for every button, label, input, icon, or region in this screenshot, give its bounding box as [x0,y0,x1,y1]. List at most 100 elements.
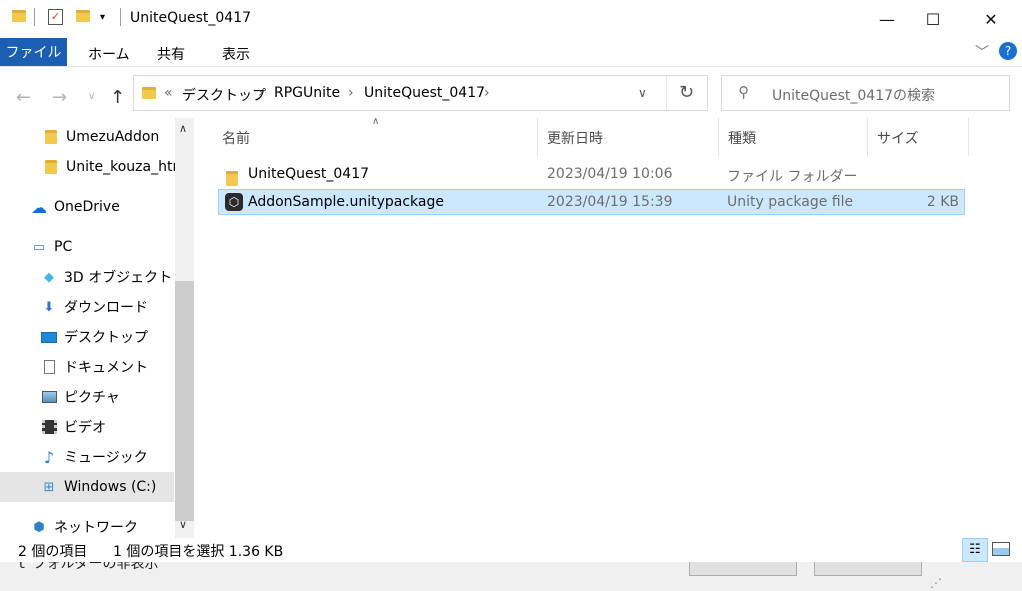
title-bar: ✓ ▾ UniteQuest_0417 — ☐ ✕ [0,0,1022,38]
minimize-button[interactable]: — [864,0,910,38]
hide-folders-label[interactable]: ｌ フォルダーの非表示 [14,562,158,573]
tab-view[interactable]: 表示 [222,44,250,64]
column-header-size[interactable]: サイズ [877,128,919,148]
search-box[interactable]: ⚲ UniteQuest_0417の検索 [721,75,1010,111]
file-size: 2 KB [926,194,959,210]
overflow-chevron[interactable]: « [164,85,173,101]
network-icon: ⬢ [33,519,45,535]
pc-icon: ▭ [32,239,46,255]
file-name: AddonSample.unitypackage [248,194,444,210]
cloud-icon: ☁ [31,197,47,217]
nav-label: ミュージック [64,450,148,466]
dialog-button[interactable] [689,562,797,576]
properties-icon[interactable]: ✓ [48,9,63,25]
nav-label: ビデオ [64,420,106,436]
file-name: UniteQuest_0417 [248,166,370,182]
selection-info: 1 個の項目を選択 1.36 KB [113,544,284,560]
status-bar: 2 個の項目 1 個の項目を選択 1.36 KB ☷ [0,538,1022,562]
large-icons-view-icon[interactable] [992,542,1010,556]
music-icon: ♪ [43,447,55,467]
divider [34,8,35,26]
column-divider[interactable] [718,118,719,156]
cube-icon: ◆ [44,269,54,285]
scroll-down-icon[interactable]: ∨ [179,518,187,531]
nav-label: ネットワーク [54,520,138,536]
file-row[interactable]: UniteQuest_0417 2023/04/19 10:06 ファイル フォ… [218,162,965,188]
navigation-pane: UmezuAddon Unite_kouza_htm ☁ OneDrive ▭ … [0,118,194,538]
search-placeholder[interactable]: UniteQuest_0417の検索 [772,85,935,105]
unity-package-icon: ⬡ [225,193,243,211]
column-headers: ∧ 名前 更新日時 種類 サイズ [210,116,970,156]
nav-label: Unite_kouza_htm [66,159,187,175]
nav-item-windows-c[interactable]: ⊞ Windows (C:) [0,472,174,502]
tab-home[interactable]: ホーム [88,44,130,64]
column-header-date[interactable]: 更新日時 [547,128,603,148]
folder-icon [12,10,26,22]
nav-label: ピクチャ [64,390,120,406]
sort-ascending-icon: ∧ [372,116,380,127]
download-icon: ⬇ [43,299,55,315]
file-date: 2023/04/19 15:39 [547,194,673,210]
expand-ribbon-icon[interactable]: ﹀ [975,42,989,62]
breadcrumb-unitequest[interactable]: UniteQuest_0417 [364,85,485,101]
nav-label: UmezuAddon [66,129,160,145]
chevron-right-icon[interactable]: › [348,85,354,101]
document-icon [40,359,58,375]
nav-label: OneDrive [54,199,120,215]
resize-grip-icon[interactable]: ⋰ [930,576,942,590]
nav-item-pc[interactable]: ▭ PC [0,232,204,262]
refresh-icon[interactable]: ↻ [679,82,694,103]
maximize-button[interactable]: ☐ [910,0,956,38]
column-divider[interactable] [968,118,969,156]
recent-locations-icon[interactable]: ∨ [88,91,95,102]
up-button[interactable]: ↑ [110,87,125,108]
help-icon[interactable]: ? [999,42,1017,60]
nav-label: ドキュメント [64,360,148,376]
breadcrumb-desktop[interactable]: デスクトップ [182,85,266,105]
file-row-selected[interactable]: ⬡ AddonSample.unitypackage 2023/04/19 15… [218,189,965,215]
tab-file[interactable]: ファイル [0,38,67,66]
folder-icon [42,159,60,175]
column-header-name[interactable]: 名前 [222,128,250,148]
dialog-button[interactable] [814,562,922,576]
new-folder-icon[interactable] [76,10,90,22]
back-button[interactable]: ← [16,87,31,108]
divider [666,76,667,110]
close-button[interactable]: ✕ [968,0,1014,38]
item-count: 2 個の項目 [18,544,88,560]
picture-icon [40,389,58,405]
folder-icon [142,87,156,99]
nav-label: PC [54,239,73,255]
desktop-icon [40,329,58,345]
chevron-right-icon[interactable]: › [258,85,264,101]
chevron-right-icon[interactable]: › [484,85,490,101]
nav-label: 3D オブジェクト [64,270,173,286]
folder-icon [42,129,60,145]
search-icon: ⚲ [738,83,749,101]
nav-item-onedrive[interactable]: ☁ OneDrive [0,192,204,222]
breadcrumb-rpgunite[interactable]: RPGUnite [274,85,340,101]
ribbon: ファイル ホーム 共有 表示 ﹀ ? [0,38,1022,67]
forward-button[interactable]: → [52,87,67,108]
nav-label: デスクトップ [64,330,148,346]
customize-toolbar-icon[interactable]: ▾ [100,12,105,23]
address-bar[interactable]: « デスクトップ › RPGUnite › UniteQuest_0417 › … [133,75,708,111]
address-row: ← → ∨ ↑ « デスクトップ › RPGUnite › UniteQuest… [0,67,1022,125]
column-divider[interactable] [537,118,538,156]
tab-share[interactable]: 共有 [157,44,185,64]
nav-scrollbar-thumb[interactable] [175,281,194,521]
column-header-type[interactable]: 種類 [728,128,756,148]
window-title: UniteQuest_0417 [130,10,252,26]
file-date: 2023/04/19 10:06 [547,166,673,182]
details-view-icon[interactable]: ☷ [962,538,988,562]
video-icon [40,419,58,435]
file-type: Unity package file [727,194,854,210]
address-dropdown-icon[interactable]: ∨ [638,86,647,100]
nav-label: ダウンロード [64,300,148,316]
column-divider[interactable] [867,118,868,156]
scroll-up-icon[interactable]: ∧ [179,122,187,135]
divider [120,8,121,26]
nav-label: Windows (C:) [64,479,157,495]
file-type: ファイル フォルダー [727,169,858,185]
background-dialog-strip: ｌ フォルダーの非表示 ⋰ [0,562,1022,591]
